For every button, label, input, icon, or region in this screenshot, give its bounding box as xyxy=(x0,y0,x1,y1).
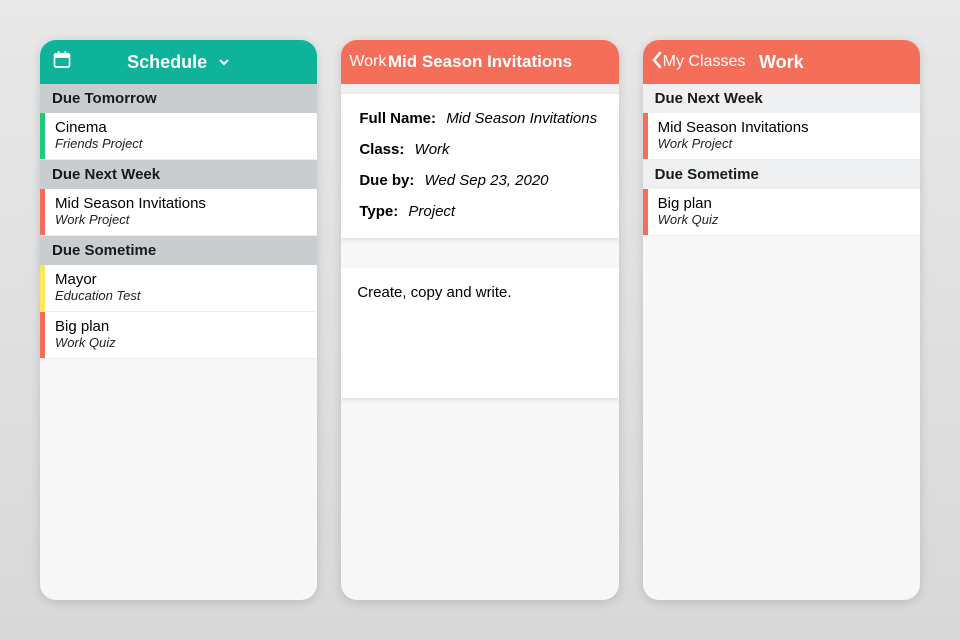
item-content: Mid Season Invitations Work Project xyxy=(648,113,819,159)
item-title: Cinema xyxy=(55,119,142,136)
detail-row-type: Type: Project xyxy=(359,203,600,220)
item-subtitle: Work Quiz xyxy=(55,335,116,350)
detail-row-class: Class: Work xyxy=(359,141,600,158)
item-title: Mid Season Invitations xyxy=(55,195,206,212)
item-title: Mid Season Invitations xyxy=(658,119,809,136)
item-content: Mid Season Invitations Work Project xyxy=(45,189,216,235)
header-bar: Schedule xyxy=(40,40,317,84)
chevron-down-icon xyxy=(218,52,230,73)
spacer xyxy=(341,84,618,94)
item-subtitle: Work Quiz xyxy=(658,212,719,227)
note-text: Create, copy and write. xyxy=(357,284,511,301)
schedule-title-text: Schedule xyxy=(127,52,207,72)
back-label: My Classes xyxy=(663,53,746,71)
detail-row-dueby: Due by: Wed Sep 23, 2020 xyxy=(359,172,600,189)
chevron-left-icon xyxy=(651,51,663,74)
item-subtitle: Work Project xyxy=(55,212,206,227)
detail-screen: Work Mid Season Invitations Full Name: M… xyxy=(341,40,618,600)
section-header: Due Next Week xyxy=(40,160,317,189)
item-content: Big plan Work Quiz xyxy=(648,189,729,235)
section-header: Due Sometime xyxy=(643,160,920,189)
item-content: Mayor Education Test xyxy=(45,265,151,311)
schedule-screen: Schedule Due Tomorrow Cinema Friends Pro… xyxy=(40,40,317,600)
list-item[interactable]: Mid Season Invitations Work Project xyxy=(643,113,920,160)
item-title: Big plan xyxy=(55,318,116,335)
back-label: Work xyxy=(349,53,386,71)
value-dueby: Wed Sep 23, 2020 xyxy=(425,172,549,189)
detail-row-fullname: Full Name: Mid Season Invitations xyxy=(359,110,600,127)
list-item[interactable]: Mayor Education Test xyxy=(40,265,317,312)
header-bar: Work Mid Season Invitations xyxy=(341,40,618,84)
item-title: Mayor xyxy=(55,271,141,288)
label-fullname: Full Name: xyxy=(359,110,436,127)
label-type: Type: xyxy=(359,203,398,220)
value-type: Project xyxy=(408,203,455,220)
value-class: Work xyxy=(415,141,450,158)
section-header: Due Next Week xyxy=(643,84,920,113)
label-class: Class: xyxy=(359,141,404,158)
item-title: Big plan xyxy=(658,195,719,212)
item-content: Cinema Friends Project xyxy=(45,113,152,159)
section-header: Due Sometime xyxy=(40,236,317,265)
list-item[interactable]: Big plan Work Quiz xyxy=(40,312,317,359)
section-header: Due Tomorrow xyxy=(40,84,317,113)
item-subtitle: Friends Project xyxy=(55,136,142,151)
back-button[interactable]: Work xyxy=(349,53,386,71)
header-bar: My Classes Work xyxy=(643,40,920,84)
label-dueby: Due by: xyxy=(359,172,414,189)
item-content: Big plan Work Quiz xyxy=(45,312,126,358)
page-title: Work xyxy=(759,52,804,73)
back-button[interactable]: My Classes xyxy=(651,51,746,74)
list-item[interactable]: Big plan Work Quiz xyxy=(643,189,920,236)
class-screen: My Classes Work Due Next Week Mid Season… xyxy=(643,40,920,600)
schedule-dropdown[interactable]: Schedule xyxy=(127,52,230,73)
note-card[interactable]: Create, copy and write. xyxy=(341,268,618,398)
detail-card: Full Name: Mid Season Invitations Class:… xyxy=(341,94,618,238)
item-subtitle: Work Project xyxy=(658,136,809,151)
value-fullname: Mid Season Invitations xyxy=(446,110,597,127)
item-subtitle: Education Test xyxy=(55,288,141,303)
list-item[interactable]: Mid Season Invitations Work Project xyxy=(40,189,317,236)
list-item[interactable]: Cinema Friends Project xyxy=(40,113,317,160)
calendar-icon[interactable] xyxy=(52,50,72,75)
